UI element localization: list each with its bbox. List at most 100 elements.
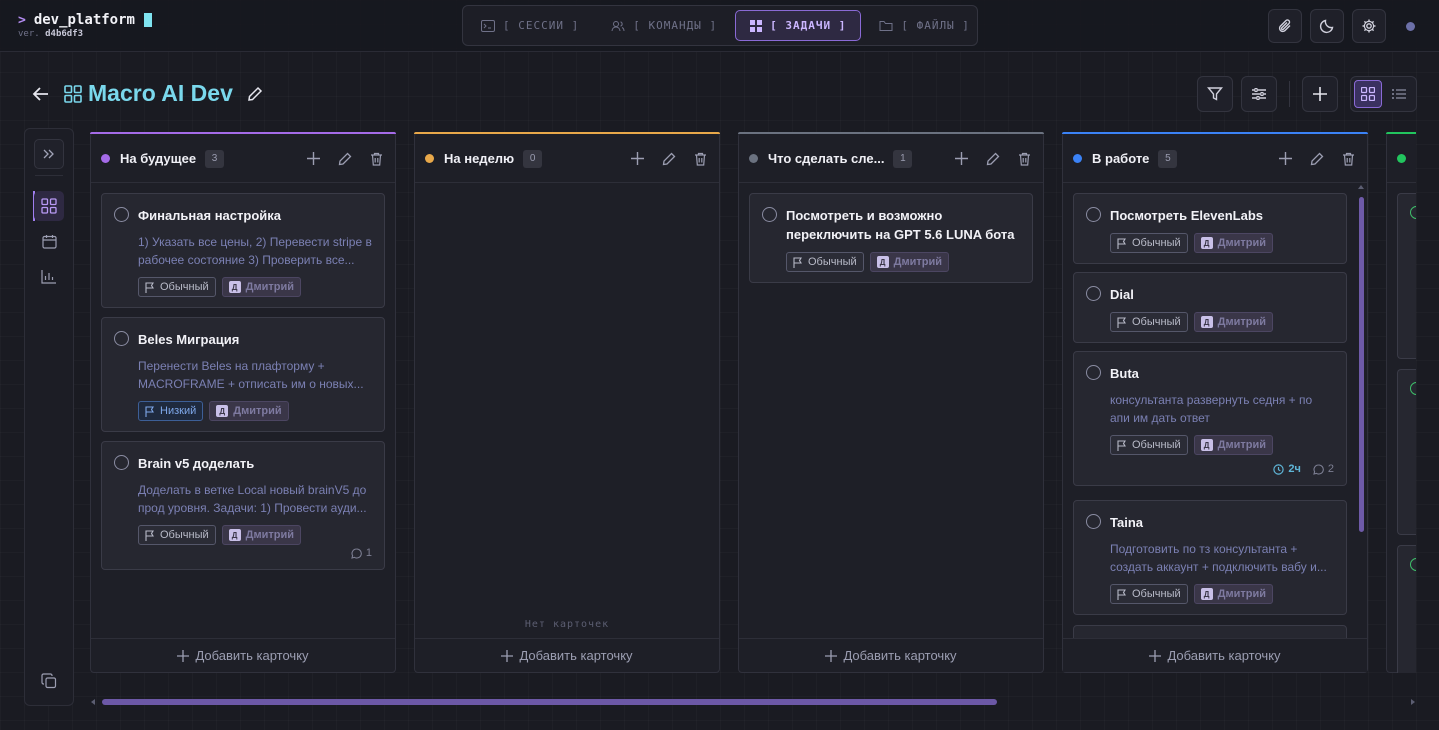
avatar: Д xyxy=(216,405,229,417)
board-settings-button[interactable] xyxy=(1241,76,1277,112)
brand[interactable]: > dev_platform xyxy=(18,12,152,28)
comment-icon xyxy=(351,547,362,559)
add-card-button[interactable]: Добавить карточку xyxy=(739,638,1043,672)
list-view-button[interactable] xyxy=(1385,80,1413,108)
complete-checkbox[interactable] xyxy=(1086,286,1101,301)
add-card-button[interactable]: Добавить карточку xyxy=(91,638,395,672)
plus-icon[interactable] xyxy=(955,152,968,165)
trash-icon[interactable] xyxy=(1018,152,1031,166)
settings-button[interactable] xyxy=(1352,9,1386,43)
complete-checkbox[interactable] xyxy=(114,455,129,470)
add-card-button[interactable]: Добавить карточку xyxy=(1063,638,1367,672)
folder-icon xyxy=(879,20,893,31)
flag-icon xyxy=(793,256,802,268)
completed-check-icon[interactable] xyxy=(1410,558,1416,571)
edit-pencil-icon[interactable] xyxy=(1310,152,1324,166)
tab-tasks[interactable]: [ ЗАДАЧИ ] xyxy=(735,10,862,41)
view-toggle xyxy=(1350,76,1417,112)
plus-icon[interactable] xyxy=(1279,152,1292,165)
plus-icon[interactable] xyxy=(631,152,644,165)
rail-stats-button[interactable] xyxy=(34,261,64,291)
terminal-icon xyxy=(481,19,495,32)
task-card[interactable]: Dial Обычный Д Дмитрий xyxy=(1073,272,1347,343)
column-accent-bar xyxy=(414,132,720,134)
column-count-badge: 0 xyxy=(523,149,543,168)
list-view-icon xyxy=(1392,89,1406,99)
expand-sidebar-button[interactable] xyxy=(34,139,64,169)
task-card[interactable]: Brain v5 доделать Доделать в ветке Local… xyxy=(101,441,385,570)
task-card[interactable]: Финальная настройка 1) Указать все цены,… xyxy=(101,193,385,308)
column-future: На будущее 3 Финальная настройка 1) Указ… xyxy=(90,132,396,673)
trash-icon[interactable] xyxy=(694,152,707,166)
task-card[interactable] xyxy=(1397,369,1416,535)
comment-count: 1 xyxy=(351,547,372,559)
completed-check-icon[interactable] xyxy=(1410,206,1416,219)
card-title: Beles Миграция xyxy=(138,332,240,347)
tab-sessions[interactable]: [ СЕССИИ ] xyxy=(467,10,593,41)
column-scrollbar[interactable] xyxy=(1358,185,1364,645)
rail-divider xyxy=(35,175,63,176)
scroll-right-arrow[interactable] xyxy=(1411,699,1415,705)
completed-check-icon[interactable] xyxy=(1410,382,1416,395)
rail-copy-button[interactable] xyxy=(34,666,64,696)
plus-icon[interactable] xyxy=(307,152,320,165)
version-label: ver. d4b6df3 xyxy=(18,29,84,39)
board-horizontal-scrollbar[interactable] xyxy=(90,697,1416,707)
priority-tag: Обычный xyxy=(786,252,864,272)
flag-icon xyxy=(1117,237,1126,249)
scroll-left-arrow[interactable] xyxy=(91,699,95,705)
task-card[interactable] xyxy=(1397,193,1416,359)
trash-icon[interactable] xyxy=(370,152,383,166)
column-title: Что сделать сле... xyxy=(768,151,885,166)
edit-pencil-icon[interactable] xyxy=(247,86,263,102)
tab-files[interactable]: [ ФАЙЛЫ ] xyxy=(865,10,984,41)
complete-checkbox[interactable] xyxy=(1086,207,1101,222)
column-accent-bar xyxy=(1386,132,1416,134)
task-card[interactable] xyxy=(1397,545,1416,673)
complete-checkbox[interactable] xyxy=(762,207,777,222)
priority-tag: Низкий xyxy=(138,401,204,421)
complete-checkbox[interactable] xyxy=(1086,514,1101,529)
task-card[interactable]: Beles Миграция Перенести Beles на плафто… xyxy=(101,317,385,432)
rail-board-button[interactable] xyxy=(34,191,64,221)
bar-chart-icon xyxy=(41,269,56,284)
scroll-up-arrow[interactable] xyxy=(1358,185,1364,189)
plus-icon xyxy=(1313,87,1327,101)
attachments-button[interactable] xyxy=(1268,9,1302,43)
avatar: Д xyxy=(876,256,889,268)
trash-icon[interactable] xyxy=(1342,152,1355,166)
scrollbar-thumb[interactable] xyxy=(102,699,997,705)
edit-pencil-icon[interactable] xyxy=(986,152,1000,166)
back-arrow-icon[interactable] xyxy=(32,86,50,102)
top-actions xyxy=(1268,9,1421,43)
flag-icon xyxy=(145,405,154,417)
card-description: Подготовить по тз консультанта + создать… xyxy=(1110,542,1327,574)
theme-toggle-button[interactable] xyxy=(1310,9,1344,43)
complete-checkbox[interactable] xyxy=(1086,365,1101,380)
board-view-button[interactable] xyxy=(1354,80,1382,108)
priority-tag: Обычный xyxy=(138,525,216,545)
complete-checkbox[interactable] xyxy=(114,207,129,222)
board-grid-icon xyxy=(64,84,82,103)
assignee-tag: Д Дмитрий xyxy=(209,401,289,421)
plus-icon xyxy=(1149,649,1162,662)
edit-pencil-icon[interactable] xyxy=(662,152,676,166)
add-column-button[interactable] xyxy=(1302,76,1338,112)
task-card[interactable]: Taina Подготовить по тз консультанта + с… xyxy=(1073,500,1347,615)
column-accent-bar xyxy=(1062,132,1368,134)
calendar-icon xyxy=(41,234,57,249)
flag-icon xyxy=(1117,316,1126,328)
task-card[interactable]: Посмотреть ElevenLabs Обычный Д Дмитрий xyxy=(1073,193,1347,264)
task-card[interactable]: Buta консультанта развернуть седня + по … xyxy=(1073,351,1347,486)
edit-pencil-icon[interactable] xyxy=(338,152,352,166)
add-card-button[interactable]: Добавить карточку xyxy=(415,638,719,672)
plus-icon xyxy=(825,649,838,662)
project-header: Macro AI Dev xyxy=(32,80,263,107)
tab-teams[interactable]: [ КОМАНДЫ ] xyxy=(597,10,731,41)
task-card[interactable]: Посмотреть и возможно переключить на GPT… xyxy=(749,193,1033,283)
complete-checkbox[interactable] xyxy=(114,331,129,346)
top-bar: > dev_platform ver. d4b6df3 [ СЕССИИ ] [… xyxy=(0,0,1439,52)
scrollbar-thumb[interactable] xyxy=(1359,197,1364,532)
rail-calendar-button[interactable] xyxy=(34,226,64,256)
filter-button[interactable] xyxy=(1197,76,1233,112)
